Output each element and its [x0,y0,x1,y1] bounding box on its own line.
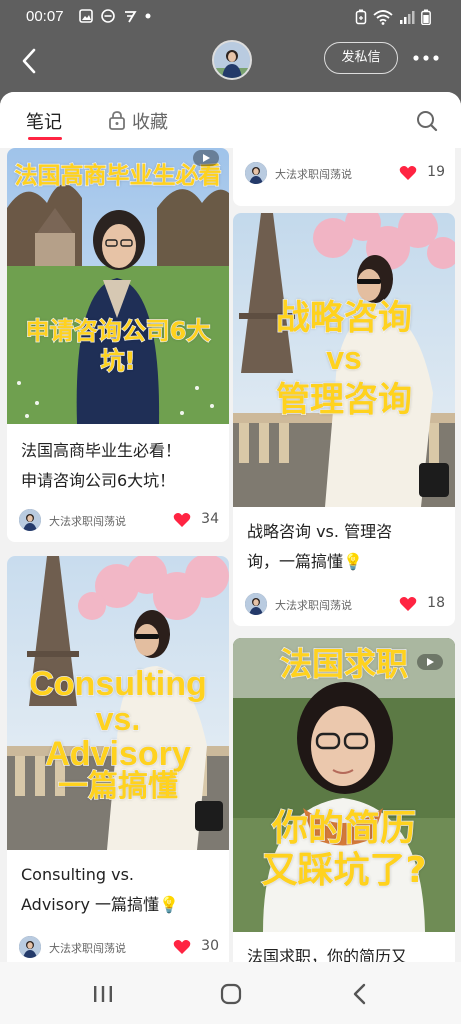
more-options-icon[interactable] [412,54,440,62]
author-name[interactable]: 大法求职闯荡说 [49,940,126,956]
like-heart-icon[interactable] [399,596,417,612]
author-avatar[interactable] [19,509,41,531]
app-notification-icon [125,11,137,23]
dot-icon [145,13,151,19]
back-icon[interactable] [350,982,370,1006]
note-title: 法国高商毕业生必看！ 申请咨询公司6大坑！ [21,436,219,496]
search-icon[interactable] [416,110,438,132]
cover-caption: 战略咨询 [275,298,412,338]
note-title-line: 询，一篇搞懂💡 [247,552,363,571]
profile-header: 发私信 [0,34,461,92]
note-title-line: Advisory 一篇搞懂💡 [21,895,179,914]
note-meta: 大法求职闯荡说 19 [245,162,445,186]
cover-caption: 你的简历 [271,807,416,849]
tab-notes[interactable]: 笔记 [26,108,62,134]
gallery-icon [79,9,93,23]
note-meta: 大法求职闯荡说 30 [19,936,219,960]
status-bar: 00:07 [0,0,461,34]
profile-avatar[interactable] [212,40,252,80]
signal-icon [400,11,415,24]
home-icon[interactable] [219,982,243,1006]
note-title: Consulting vs. Advisory 一篇搞懂💡 [21,860,219,920]
note-meta: 大法求职闯荡说 34 [19,509,219,533]
video-play-icon [417,654,443,670]
note-card[interactable]: 战略咨询 vs 管理咨询 战略咨询 vs. 管理咨 询，一篇搞懂💡 大法求职闯荡… [233,213,455,626]
battery-saver-icon [355,9,367,25]
note-title-line: 战略咨询 vs. 管理咨 [247,522,393,541]
do-not-disturb-icon [101,9,115,23]
note-card[interactable]: 大法求职闯荡说 19 [233,140,455,206]
cover-caption: 申请咨询公司6大坑! [25,316,211,375]
author-avatar[interactable] [19,936,41,958]
author-name[interactable]: 大法求职闯荡说 [49,513,126,529]
notification-icons [79,9,151,23]
tab-favorites[interactable]: 收藏 [132,108,168,134]
note-title: 战略咨询 vs. 管理咨 询，一篇搞懂💡 [247,517,445,577]
cover-caption: vs [326,340,363,376]
system-icons [355,9,431,25]
author-name[interactable]: 大法求职闯荡说 [275,166,352,182]
system-nav-bar [0,962,461,1024]
note-meta: 大法求职闯荡说 18 [245,593,445,617]
note-card[interactable]: 法国高商毕业生必看 申请咨询公司6大坑! 法国高商毕业生必看！ 申请咨询公司6大… [7,148,229,542]
note-card[interactable]: Consulting vs. Advisory 一篇搞懂 Consulting … [7,556,229,976]
like-count: 34 [201,511,219,527]
note-title-line: 法国高商毕业生必看！ [21,441,182,460]
author-name[interactable]: 大法求职闯荡说 [275,597,352,613]
note-title-line: 申请咨询公司6大坑！ [21,471,176,490]
note-cover-image[interactable]: Consulting vs. Advisory 一篇搞懂 [7,556,229,850]
cover-caption: 一篇搞懂 [57,769,178,804]
note-title-line: Consulting vs. [21,865,135,884]
author-avatar[interactable] [245,593,267,615]
author-avatar[interactable] [245,162,267,184]
cover-caption: 又踩坑了? [261,849,427,891]
content-sheet: 笔记 收藏 法国高商毕业生必看 申请咨询公司6大坑! 法国高商毕业生必看！ 申请… [0,92,461,1024]
like-count: 18 [427,595,445,611]
like-count: 30 [201,938,219,954]
cover-caption: Advisory [45,735,192,773]
back-arrow-icon[interactable] [18,46,42,76]
cover-caption: Consulting [29,665,208,703]
like-heart-icon[interactable] [173,512,191,528]
cover-caption: 法国高商毕业生必看 [14,162,222,189]
like-heart-icon[interactable] [173,939,191,955]
like-count: 19 [427,164,445,180]
lock-icon [109,111,125,130]
cover-caption: 管理咨询 [275,380,412,420]
recent-apps-icon[interactable] [92,984,114,1004]
note-cover-image[interactable]: 法国求职 你的简历 又踩坑了? [233,638,455,932]
video-play-icon [193,150,219,166]
cover-caption: vs. [95,701,141,737]
battery-icon [421,9,431,25]
like-heart-icon[interactable] [399,165,417,181]
wifi-icon [373,10,393,25]
note-cover-image[interactable]: 法国高商毕业生必看 申请咨询公司6大坑! [7,148,229,424]
send-message-button[interactable]: 发私信 [324,42,398,74]
status-time: 00:07 [26,8,64,25]
active-tab-indicator [28,137,62,140]
note-cover-image[interactable]: 战略咨询 vs 管理咨询 [233,213,455,507]
